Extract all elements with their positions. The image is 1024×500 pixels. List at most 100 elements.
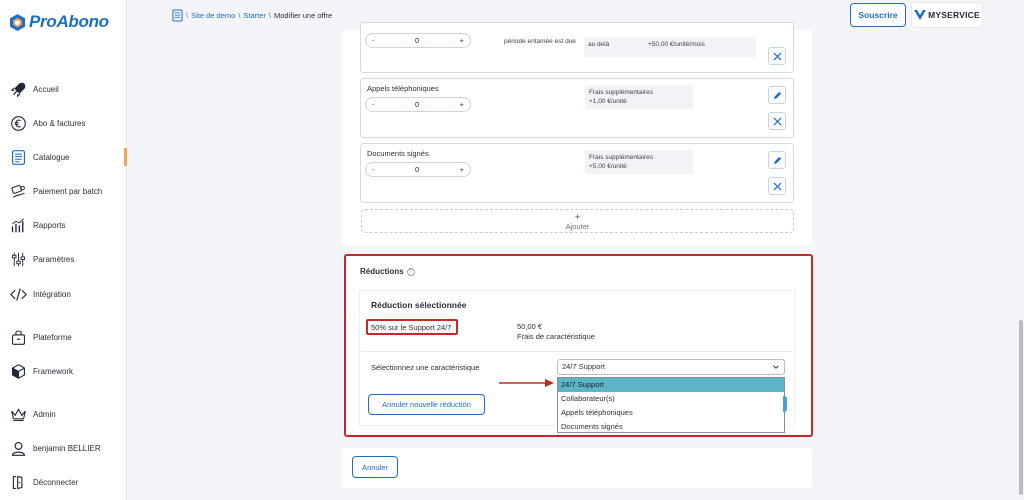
sidebar-item-paiement-batch[interactable]: Paiement par batch xyxy=(10,182,102,200)
fee-label: Frais supplémentaires xyxy=(589,89,653,96)
dropdown-option[interactable]: Appels téléphoniques xyxy=(558,406,784,420)
app-name: ProAbono xyxy=(29,12,109,31)
feature-row: Appels téléphoniques - 0 + Frais supplém… xyxy=(360,78,794,138)
fee-box: au delà +50,00 €/unité/mois xyxy=(584,37,756,57)
fee-box: Frais supplémentaires +1,00 €/unité xyxy=(585,85,693,109)
quantity-stepper[interactable]: - 0 + xyxy=(365,33,471,48)
increment-button[interactable]: + xyxy=(460,100,464,109)
sidebar-item-label: Intégration xyxy=(33,289,71,299)
feature-select[interactable]: 24/7 Support xyxy=(557,359,785,375)
breadcrumb-site-link[interactable]: Site de demo xyxy=(191,11,235,20)
sidebar-item-admin[interactable]: Admin xyxy=(10,405,56,423)
help-icon[interactable]: ? xyxy=(406,267,415,276)
sidebar-item-label: Déconnecter xyxy=(33,477,79,487)
subscribe-button[interactable]: Souscrire xyxy=(850,3,906,27)
sidebar-item-accueil[interactable]: Accueil xyxy=(10,80,59,98)
edit-button[interactable] xyxy=(768,151,786,169)
price-value: 50,00 € xyxy=(517,322,543,331)
sidebar-item-label: Admin xyxy=(33,409,56,419)
cube-icon xyxy=(11,363,26,379)
sidebar-item-label: Paiement par batch xyxy=(33,186,103,196)
sliders-icon xyxy=(12,252,25,266)
batch-payment-icon xyxy=(11,184,25,198)
select-value: 24/7 Support xyxy=(562,362,605,371)
crown-icon xyxy=(11,407,26,421)
fee-line-1: au delà xyxy=(588,41,610,48)
proabono-logo-icon xyxy=(10,13,25,31)
sidebar-item-label: benjamin BELLIER xyxy=(33,443,101,453)
dropdown-option[interactable]: 24/7 Support xyxy=(558,378,784,392)
fee-value: +1,00 €/unité xyxy=(589,98,627,106)
edit-button[interactable] xyxy=(768,86,786,104)
add-feature-button[interactable]: + Ajouter xyxy=(361,209,794,233)
rocket-icon xyxy=(10,82,26,98)
catalog-icon xyxy=(172,9,183,22)
delete-button[interactable] xyxy=(768,47,786,65)
page-scrollbar[interactable] xyxy=(1019,320,1023,495)
sidebar-item-integration[interactable]: Intégration xyxy=(10,285,71,303)
decrement-button[interactable]: - xyxy=(372,165,375,174)
sidebar-item-user[interactable]: benjamin BELLIER xyxy=(10,439,101,457)
feature-description: période entamée est due xyxy=(504,38,576,45)
sidebar-item-plateforme[interactable]: Plateforme xyxy=(10,328,72,346)
sidebar-item-catalogue[interactable]: Catalogue xyxy=(10,148,69,166)
sidebar-item-abo-factures[interactable]: Abo & factures xyxy=(10,114,85,132)
increment-button[interactable]: + xyxy=(460,165,464,174)
sidebar-item-label: Accueil xyxy=(33,84,59,94)
reduction-price: 50,00 € Frais de caractéristique xyxy=(517,322,595,342)
feature-row: Documents signés - 0 + Frais supplémenta… xyxy=(360,143,794,203)
select-feature-label: Sélectionnez une caractéristique xyxy=(371,363,480,372)
fee-box: Frais supplémentaires +5,00 €/unité xyxy=(585,150,693,174)
cancel-button[interactable]: Annuler xyxy=(352,456,398,478)
pencil-icon xyxy=(773,156,781,164)
fee-label: Frais supplémentaires xyxy=(589,154,653,161)
increment-button[interactable]: + xyxy=(460,36,464,45)
delete-button[interactable] xyxy=(768,177,786,195)
quantity-value: 0 xyxy=(414,165,420,174)
sidebar-item-label: Catalogue xyxy=(33,152,70,162)
breadcrumb-current: Modifier une offre xyxy=(274,11,333,20)
logout-icon xyxy=(12,475,23,489)
quantity-stepper[interactable]: - 0 + xyxy=(365,97,471,112)
breadcrumb-offer-link[interactable]: Starter xyxy=(243,11,266,20)
selected-reduction-title: Réduction sélectionnée xyxy=(371,300,467,310)
close-icon xyxy=(772,181,782,191)
quantity-stepper[interactable]: - 0 + xyxy=(365,162,471,177)
feature-row: - 0 + période entamée est due au delà +50… xyxy=(360,22,794,73)
selected-reduction-value: 50% sur le Support 24/7 xyxy=(366,319,458,335)
delete-button[interactable] xyxy=(768,112,786,130)
sidebar-active-marker xyxy=(124,148,127,166)
breadcrumb-separator: \ xyxy=(238,11,241,20)
sidebar-item-label: Paramètres xyxy=(33,254,75,264)
sidebar-item-rapports[interactable]: Rapports xyxy=(10,216,65,234)
close-icon xyxy=(772,116,782,126)
dropdown-option[interactable]: Collaborateur(s) xyxy=(558,392,784,406)
quantity-value: 0 xyxy=(414,100,420,109)
euro-icon xyxy=(11,115,26,131)
brand-badge[interactable]: MYSERVICE xyxy=(912,3,982,27)
dropdown-option[interactable]: Documents signés xyxy=(558,420,784,434)
feature-name: Appels téléphoniques xyxy=(367,84,439,93)
reductions-title: Réductions ? xyxy=(360,267,415,276)
decrement-button[interactable]: - xyxy=(372,36,375,45)
decrement-button[interactable]: - xyxy=(372,100,375,109)
breadcrumb-separator: \ xyxy=(268,11,271,20)
sidebar-item-framework[interactable]: Framework xyxy=(10,362,73,380)
sidebar-item-label: Plateforme xyxy=(33,332,72,342)
arrow-annotation-icon xyxy=(499,379,554,387)
quantity-value: 0 xyxy=(414,36,420,45)
platform-icon xyxy=(11,330,26,345)
divider xyxy=(361,351,793,352)
actions-card xyxy=(342,448,812,488)
app-logo[interactable]: ProAbono xyxy=(10,12,109,32)
sidebar-item-deconnecter[interactable]: Déconnecter xyxy=(10,473,78,491)
user-icon xyxy=(11,441,26,456)
breadcrumb: \ Site de demo \ Starter \ Modifier une … xyxy=(172,9,332,22)
breadcrumb-separator: \ xyxy=(186,11,189,20)
plus-icon: + xyxy=(574,212,581,222)
sidebar-item-parametres[interactable]: Paramètres xyxy=(10,250,74,268)
sidebar-item-label: Framework xyxy=(33,366,74,376)
cancel-new-reduction-button[interactable]: Annuler nouvelle réduction xyxy=(368,394,485,415)
confirm-button-edge[interactable] xyxy=(783,396,787,412)
chart-icon xyxy=(11,217,24,232)
